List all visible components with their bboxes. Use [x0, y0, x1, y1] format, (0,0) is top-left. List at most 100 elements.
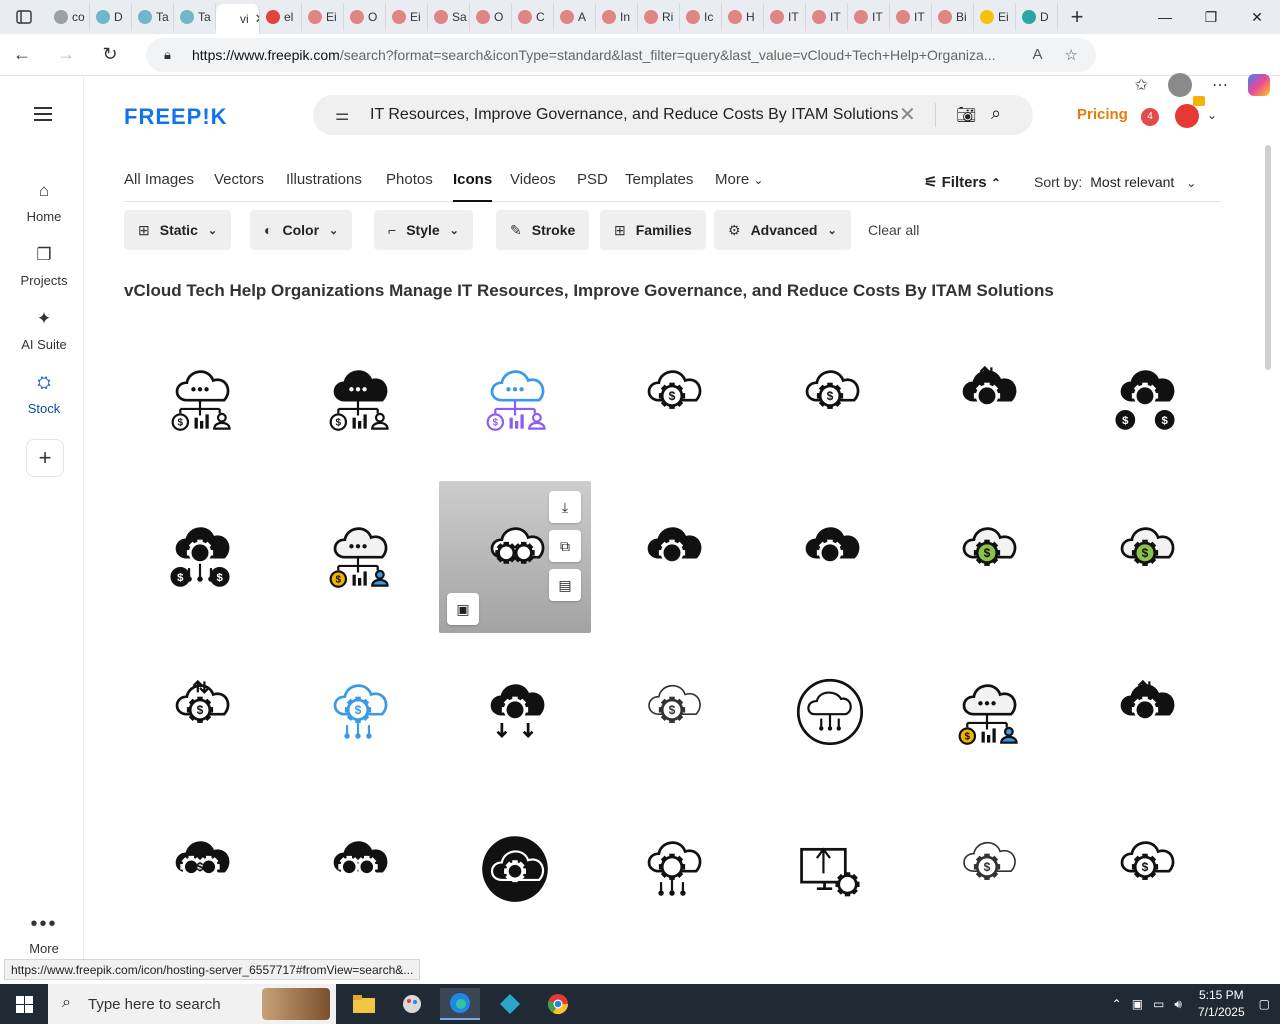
icon-result[interactable]: $ — [911, 324, 1063, 476]
tab-videos[interactable]: Videos — [510, 171, 556, 188]
download-button[interactable]: ⤓ — [549, 491, 581, 523]
icon-result[interactable] — [439, 795, 591, 947]
notifications-icon[interactable]: ▢ — [1259, 997, 1270, 1011]
icon-result[interactable] — [754, 795, 906, 947]
freepik-logo[interactable]: FREEP!K — [124, 104, 228, 130]
tab-actions-menu[interactable] — [0, 0, 48, 34]
browser-tab[interactable]: O — [470, 3, 512, 31]
browser-tab[interactable]: Ei — [386, 3, 428, 31]
icon-result[interactable]: $ — [911, 481, 1063, 633]
taskbar-search[interactable]: ⌕ Type here to search — [48, 984, 336, 1024]
sort-dropdown[interactable]: Sort by: Most relevant ⌄ — [1034, 174, 1196, 190]
clear-all-link[interactable]: Clear all — [868, 222, 919, 238]
volume-icon[interactable]: 🔊︎ — [1174, 997, 1182, 1012]
filter-stroke[interactable]: ✎ Stroke — [496, 210, 590, 250]
sidebar-item-more[interactable]: ••• More — [4, 914, 84, 956]
browser-tab[interactable]: Ri — [638, 3, 680, 31]
camera-icon[interactable]: 📷︎ — [956, 105, 976, 125]
icon-result[interactable]: $ — [911, 795, 1063, 947]
browser-tab[interactable]: D — [1016, 3, 1058, 31]
tab-illustrations[interactable]: Illustrations — [286, 171, 362, 188]
search-bar[interactable]: ⚌ IT Resources, Improve Governance, and … — [313, 95, 1033, 135]
browser-tab[interactable]: IT — [806, 3, 848, 31]
back-button[interactable]: ← — [0, 34, 44, 76]
chevron-down-icon[interactable]: ⌄ — [1207, 108, 1217, 122]
tab-photos[interactable]: Photos — [386, 171, 433, 188]
browser-tab[interactable]: co — [48, 3, 90, 31]
close-window-button[interactable]: ✕ — [1234, 0, 1280, 34]
tab-templates[interactable]: Templates — [625, 171, 693, 188]
hamburger-menu-icon[interactable] — [34, 107, 52, 121]
chrome-app[interactable] — [538, 988, 578, 1020]
filters-toggle[interactable]: ⚟ Filters ⌃ — [924, 173, 1001, 191]
search-input[interactable]: IT Resources, Improve Governance, and Re… — [370, 106, 899, 124]
icon-result[interactable]: $ $ $ — [124, 481, 276, 633]
taskbar-clock[interactable]: 5:15 PM 7/1/2025 — [1198, 987, 1245, 1021]
favorite-star-icon[interactable]: ☆ — [1065, 46, 1078, 64]
start-button[interactable] — [0, 984, 48, 1024]
browser-tab[interactable]: H — [722, 3, 764, 31]
add-to-collection-button[interactable]: ▤ — [549, 569, 581, 601]
tab-vectors[interactable]: Vectors — [214, 171, 264, 188]
icon-result[interactable]: $ — [911, 638, 1063, 790]
address-bar[interactable]: 🔒︎ https://www.freepik.com/search?format… — [146, 38, 1096, 72]
icon-result[interactable] — [754, 638, 906, 790]
copy-button[interactable]: ⧉ — [549, 530, 581, 562]
filter-static[interactable]: ⊞ Static ⌄ — [124, 210, 232, 250]
user-avatar[interactable] — [1175, 96, 1205, 128]
icon-result[interactable]: $ — [124, 795, 276, 947]
read-aloud-icon[interactable]: A — [1033, 46, 1043, 64]
browser-tab[interactable]: IT — [890, 3, 932, 31]
browser-tab[interactable]: O — [344, 3, 386, 31]
tab-icons[interactable]: Icons — [453, 171, 493, 202]
browser-tab[interactable]: Ei — [974, 3, 1016, 31]
browser-tab[interactable]: IT — [764, 3, 806, 31]
icon-result[interactable]: $ $ $ — [1069, 324, 1221, 476]
icon-result[interactable]: $ — [124, 324, 276, 476]
maximize-button[interactable]: ❐ — [1188, 0, 1234, 34]
tab-more[interactable]: More ⌄ — [715, 171, 763, 188]
browser-tab[interactable]: D — [90, 3, 132, 31]
browser-tab[interactable]: C — [512, 3, 554, 31]
icon-result[interactable]: $ — [282, 481, 434, 633]
icon-result[interactable]: $ — [596, 481, 748, 633]
icon-result[interactable]: $ — [1069, 481, 1221, 633]
icon-result[interactable]: ⤓ ⧉ ▤ ▣ — [439, 481, 591, 633]
edge-app[interactable] — [440, 988, 480, 1020]
dev-app[interactable] — [490, 988, 530, 1020]
icon-result[interactable]: $ — [596, 638, 748, 790]
copilot-icon[interactable] — [1248, 74, 1270, 96]
icon-result[interactable]: $ — [754, 481, 906, 633]
edit-image-button[interactable]: ▣ — [447, 593, 479, 625]
icon-result[interactable]: $ — [439, 324, 591, 476]
filter-style[interactable]: ⌐ Style ⌄ — [374, 210, 473, 250]
forward-button[interactable]: → — [44, 34, 88, 76]
notification-badge[interactable]: 4 — [1141, 108, 1159, 126]
meet-now-icon[interactable]: ▣ — [1132, 997, 1143, 1011]
add-button[interactable]: + — [26, 439, 64, 477]
icon-result[interactable] — [596, 795, 748, 947]
browser-tab[interactable]: In — [596, 3, 638, 31]
sidebar-item-projects[interactable]: ❐ Projects — [4, 245, 84, 288]
filter-families[interactable]: ⊞ Families — [600, 210, 706, 250]
icon-result[interactable]: $ — [1069, 795, 1221, 947]
page-scrollbar[interactable] — [1262, 140, 1274, 970]
browser-tab[interactable]: A — [554, 3, 596, 31]
profile-avatar[interactable] — [1168, 73, 1192, 97]
pricing-link[interactable]: Pricing — [1077, 106, 1128, 123]
icon-result[interactable]: $ — [1069, 638, 1221, 790]
snipping-app[interactable] — [392, 988, 432, 1020]
browser-tab[interactable]: vi✕ — [216, 4, 260, 34]
filter-color[interactable]: ◐ Color ⌄ — [250, 210, 353, 250]
favorites-icon[interactable]: ✩ — [1135, 75, 1148, 95]
icon-result[interactable]: $ — [124, 638, 276, 790]
browser-tab[interactable]: Sa — [428, 3, 470, 31]
search-filter-icon[interactable]: ⚌ — [335, 105, 349, 125]
browser-tab[interactable]: IT — [848, 3, 890, 31]
filter-advanced[interactable]: ⚙ Advanced ⌄ — [714, 210, 851, 250]
icon-result[interactable]: $ — [282, 324, 434, 476]
scrollbar-thumb[interactable] — [1265, 145, 1271, 370]
icon-result[interactable] — [439, 638, 591, 790]
more-menu-icon[interactable]: ⋯ — [1212, 75, 1228, 95]
browser-tab[interactable]: Ic — [680, 3, 722, 31]
